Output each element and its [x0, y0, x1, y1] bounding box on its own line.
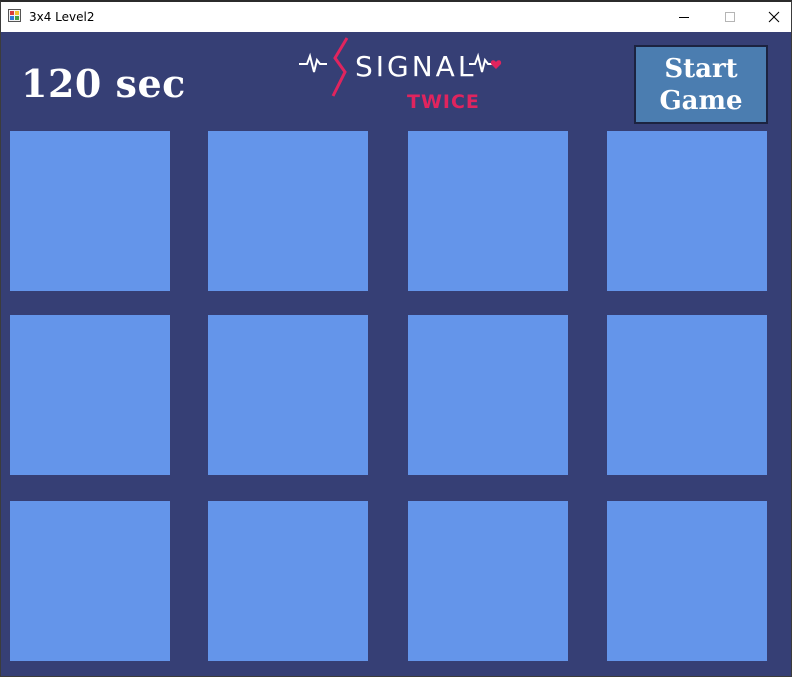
card-r3-c4[interactable]	[607, 501, 767, 661]
logo-sub-text: TWICE	[407, 91, 480, 113]
logo-main-text: SIGNAL	[355, 50, 476, 83]
card-r3-c3[interactable]	[408, 501, 568, 661]
card-r2-c1[interactable]	[10, 315, 170, 475]
game-area: 120 sec SIGNAL TWICE Start Game	[1, 32, 791, 676]
card-r2-c4[interactable]	[607, 315, 767, 475]
app-icon	[8, 9, 21, 22]
card-r2-c2[interactable]	[208, 315, 368, 475]
card-r2-c3[interactable]	[408, 315, 568, 475]
signal-twice-logo: SIGNAL TWICE	[299, 37, 502, 113]
maximize-button[interactable]	[707, 2, 753, 32]
card-r1-c3[interactable]	[408, 131, 568, 291]
close-button[interactable]	[751, 2, 791, 32]
maximize-icon	[725, 12, 735, 22]
window-title: 3x4 Level2	[29, 10, 95, 24]
minimize-icon	[679, 17, 689, 18]
card-r1-c4[interactable]	[607, 131, 767, 291]
card-r3-c1[interactable]	[10, 501, 170, 661]
start-game-button[interactable]: Start Game	[634, 45, 768, 124]
minimize-button[interactable]	[661, 2, 707, 32]
card-r1-c1[interactable]	[10, 131, 170, 291]
card-r3-c2[interactable]	[208, 501, 368, 661]
close-icon	[768, 11, 780, 23]
timer-label: 120 sec	[21, 61, 186, 106]
game-window: 3x4 Level2 120 sec SIGNAL TWICE Start Ga…	[0, 0, 792, 677]
card-r1-c2[interactable]	[208, 131, 368, 291]
title-bar[interactable]: 3x4 Level2	[1, 2, 791, 32]
